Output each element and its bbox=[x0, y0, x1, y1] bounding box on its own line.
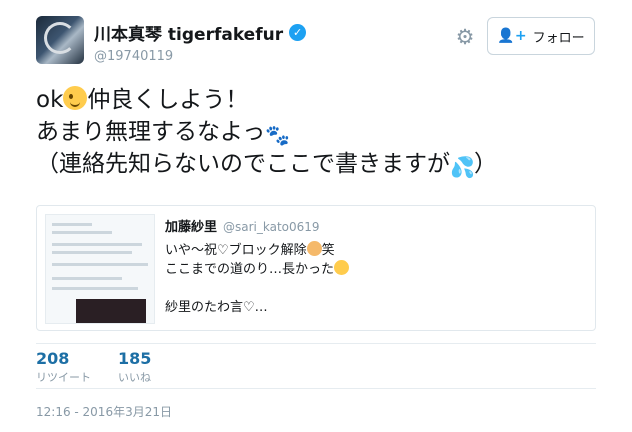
thinking-face-icon bbox=[334, 260, 350, 275]
quoted-tweet-thumbnail[interactable] bbox=[45, 214, 155, 324]
quoted-tweet-body: 加藤紗里 @sari_kato0619 いや〜祝♡ブロック解除笑 ここまでの道の… bbox=[165, 216, 585, 317]
tweet-text-segment: ok bbox=[36, 87, 64, 113]
likes-count: 185 bbox=[118, 349, 152, 368]
woman-raising-hand-icon bbox=[306, 241, 322, 256]
verified-badge-icon: ✓ bbox=[289, 24, 307, 41]
quoted-text-line: いや〜祝♡ブロック解除笑 bbox=[165, 241, 585, 260]
author-block[interactable]: 川本真琴 tigerfakefur ✓ @19740119 bbox=[94, 20, 307, 64]
quoted-text-line: 紗里のたわ言♡… bbox=[165, 300, 268, 315]
follow-button-label: フォロー bbox=[532, 30, 585, 46]
retweets-label: リツイート bbox=[36, 371, 91, 384]
gear-icon[interactable]: ⚙ bbox=[454, 26, 476, 48]
tweet-stats: 208 リツイート 185 いいね bbox=[36, 343, 596, 389]
sweat-droplets-icon: 💦 bbox=[450, 155, 475, 179]
retweets-count: 208 bbox=[36, 349, 70, 368]
tweet-text-segment: ） bbox=[474, 151, 497, 177]
tweet-text-segment: 仲良くしよう！ bbox=[87, 87, 249, 113]
quoted-text-segment: ここまでの道のり…長かった bbox=[165, 262, 335, 277]
likes-label: いいね bbox=[118, 371, 151, 384]
display-name[interactable]: 川本真琴 tigerfakefur bbox=[94, 20, 283, 45]
paw-prints-icon: 🐾 bbox=[265, 123, 291, 147]
retweets-stat[interactable]: 208 リツイート bbox=[36, 349, 91, 385]
tweet-text-segment: あまり無理するなよっ bbox=[36, 119, 266, 145]
avatar[interactable] bbox=[36, 16, 84, 64]
quoted-text-segment: 笑 bbox=[321, 243, 335, 258]
quoted-handle: @sari_kato0619 bbox=[223, 220, 320, 234]
add-user-icon: 👤+ bbox=[497, 28, 527, 44]
quoted-display-name: 加藤紗里 bbox=[165, 220, 218, 235]
quoted-text-line: ここまでの道のり…長かった bbox=[165, 260, 585, 279]
winking-face-icon bbox=[63, 86, 88, 110]
quoted-text-segment: いや〜祝♡ブロック解除 bbox=[165, 243, 307, 258]
likes-stat[interactable]: 185 いいね bbox=[118, 349, 151, 385]
tweet-text-segment: （連絡先知らないのでここで書きますが bbox=[36, 151, 450, 177]
quoted-tweet[interactable]: 加藤紗里 @sari_kato0619 いや〜祝♡ブロック解除笑 ここまでの道の… bbox=[36, 205, 596, 331]
follow-button[interactable]: 👤+ フォロー bbox=[487, 17, 595, 55]
tweet-text: ok 仲良くしよう！ あまり無理するなよっ🐾 （連絡先知らないのでここで書きますが… bbox=[36, 84, 616, 180]
tweet-header: 川本真琴 tigerfakefur ✓ @19740119 ⚙ 👤+ フォロー bbox=[36, 16, 596, 68]
user-handle[interactable]: @19740119 bbox=[94, 49, 306, 64]
tweet-timestamp[interactable]: 12:16 - 2016年3月21日 bbox=[36, 403, 172, 420]
